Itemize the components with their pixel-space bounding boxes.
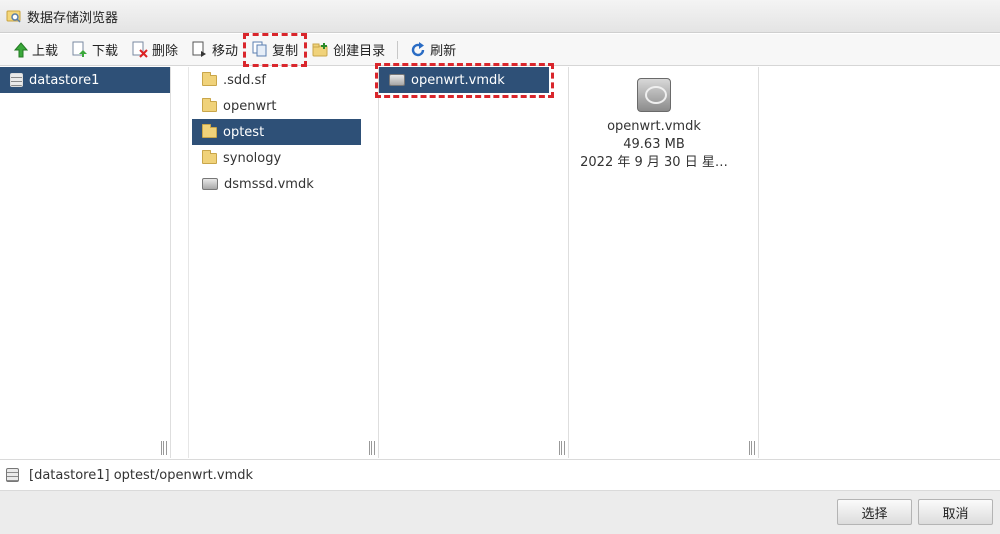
database-icon: [6, 468, 19, 482]
preview-filename: openwrt.vmdk: [607, 119, 701, 134]
toolbar-separator: [397, 40, 399, 59]
copy-button[interactable]: 复制: [243, 32, 308, 67]
window-title: 数据存储浏览器: [27, 10, 119, 26]
folder-icon: [202, 123, 217, 138]
create-directory-button[interactable]: 创建目录: [308, 38, 389, 62]
new-folder-icon: [312, 43, 328, 57]
list-item[interactable]: dsmssd.vmdk: [192, 171, 362, 197]
datastore-column: datastore1: [0, 67, 171, 458]
column-browser: datastore1 .sdd.sf openwrt optest synolo…: [0, 67, 1000, 458]
file-column: openwrt.vmdk: [379, 67, 569, 458]
column-resize-handle[interactable]: [559, 441, 565, 455]
list-item[interactable]: synology: [192, 145, 362, 171]
upload-button[interactable]: 上载: [10, 38, 62, 62]
refresh-icon: [411, 41, 425, 56]
folder-column: [171, 67, 189, 458]
list-item-datastore1[interactable]: datastore1: [0, 67, 170, 93]
folder-icon: [202, 71, 217, 86]
list-item[interactable]: optest: [192, 119, 361, 145]
move-button[interactable]: 移动: [188, 38, 242, 62]
file-preview: openwrt.vmdk 49.63 MB 2022 年 9 月 30 日 星…: [568, 67, 740, 172]
dialog-footer: 选择 取消: [0, 491, 1000, 534]
delete-button[interactable]: 删除: [128, 38, 182, 62]
status-bar: [datastore1] optest/openwrt.vmdk: [0, 459, 1000, 491]
copy-icon: [252, 41, 267, 57]
refresh-button[interactable]: 刷新: [406, 38, 460, 62]
move-file-icon: [192, 41, 207, 57]
disk-icon: [202, 178, 218, 190]
column-resize-handle[interactable]: [369, 441, 375, 455]
datastore-browser-icon: [6, 10, 21, 23]
cancel-button[interactable]: 取消: [918, 499, 993, 525]
toolbar: 上载 下载 删除 移动 复制 创建目录 刷新: [0, 32, 1000, 67]
database-icon: [10, 73, 23, 87]
folder-icon: [202, 149, 217, 164]
selected-path: [datastore1] optest/openwrt.vmdk: [29, 467, 254, 483]
upload-arrow-icon: [14, 41, 28, 57]
folder-list-column: .sdd.sf openwrt optest synology dsmssd.v…: [189, 67, 379, 458]
list-item[interactable]: openwrt: [192, 93, 362, 119]
preview-size: 49.63 MB: [623, 137, 685, 152]
select-button[interactable]: 选择: [837, 499, 912, 525]
download-button[interactable]: 下载: [68, 38, 122, 62]
disk-icon: [389, 74, 405, 86]
preview-date: 2022 年 9 月 30 日 星…: [580, 155, 728, 170]
folder-icon: [202, 97, 217, 112]
column-resize-handle[interactable]: [161, 441, 167, 455]
column-resize-handle[interactable]: [749, 441, 755, 455]
download-file-icon: [72, 41, 88, 57]
disk-icon: [637, 78, 671, 112]
list-item[interactable]: .sdd.sf: [192, 67, 362, 93]
delete-file-icon: [132, 41, 148, 58]
list-item[interactable]: openwrt.vmdk: [379, 67, 549, 93]
title-bar: 数据存储浏览器: [0, 0, 1000, 33]
